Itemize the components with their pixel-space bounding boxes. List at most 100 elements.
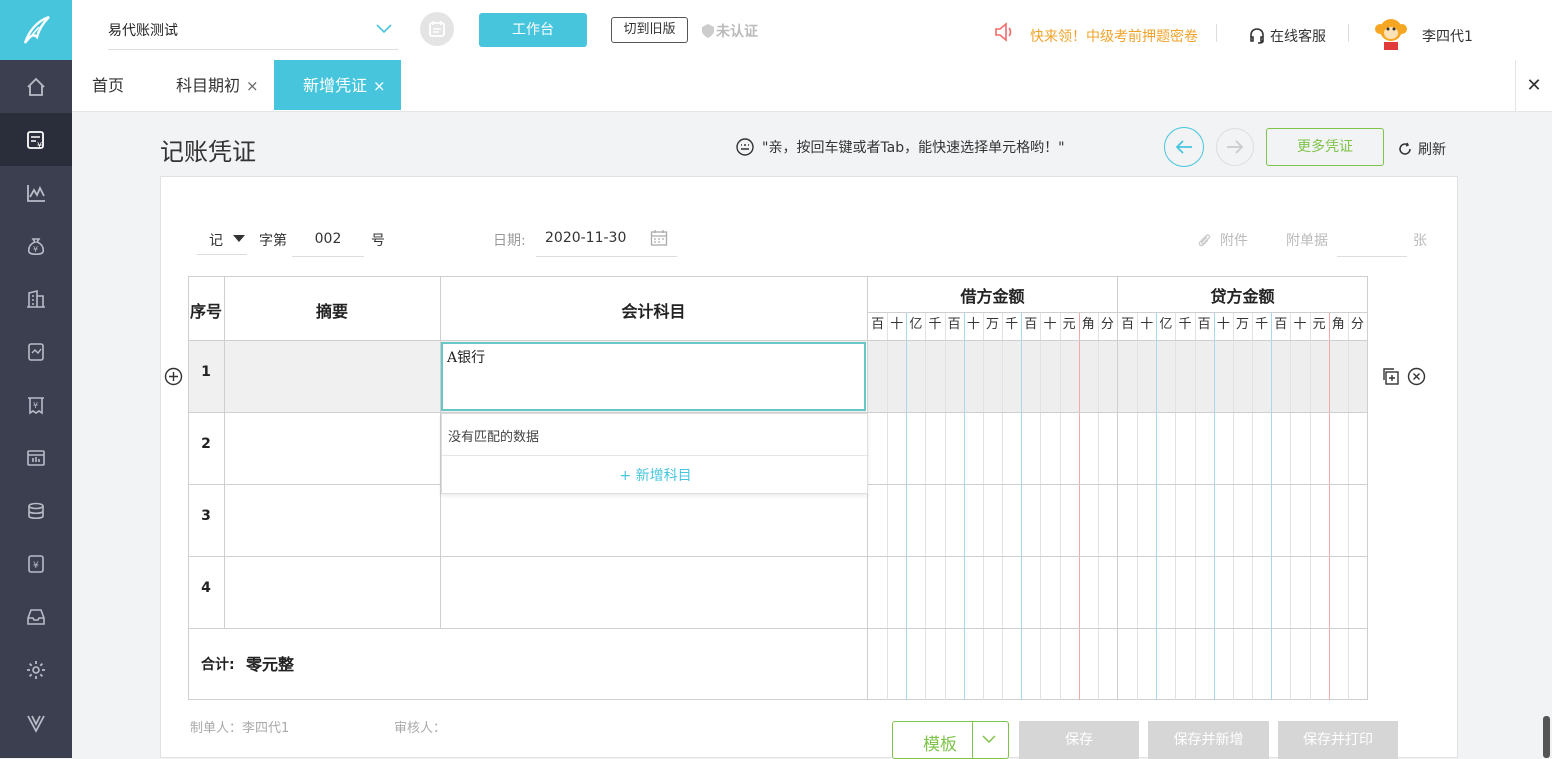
save-print-button[interactable]: 保存并打印 <box>1278 721 1398 759</box>
calendar-button[interactable] <box>420 12 454 46</box>
col-credit-header: 贷方金额 <box>1210 287 1275 306</box>
sidebar-item-vip[interactable] <box>0 696 72 749</box>
digit-header: 亿 <box>909 317 923 332</box>
date-value: 2020-11-30 <box>545 230 627 246</box>
save-new-button[interactable]: 保存并新增 <box>1148 721 1269 759</box>
refresh-button[interactable]: 刷新 <box>1398 139 1446 159</box>
workbench-button[interactable]: 工作台 <box>479 13 587 47</box>
amount-grid-line <box>925 313 926 700</box>
digit-header: 百 <box>871 317 885 332</box>
avatar[interactable] <box>1372 14 1410 52</box>
voucher-word-select[interactable]: 记 <box>197 224 247 255</box>
inbox-icon <box>27 608 45 625</box>
tax-icon: ¥ <box>28 554 44 573</box>
scrollbar[interactable] <box>1541 112 1552 758</box>
close-icon[interactable]: × <box>373 77 386 95</box>
sidebar-item-invoice[interactable]: ¥ <box>0 378 72 431</box>
prev-voucher-button[interactable] <box>1164 127 1204 167</box>
invoice-icon: ¥ <box>28 396 44 414</box>
sidebar-item-assets[interactable] <box>0 431 72 484</box>
grid-line <box>868 312 1368 313</box>
amount-grid-line <box>1290 313 1291 700</box>
divider <box>442 455 869 456</box>
sidebar-item-settings[interactable] <box>0 643 72 696</box>
user-name[interactable]: 李四代1 <box>1422 26 1473 46</box>
company-name: 易代账测试 <box>108 23 178 39</box>
grid-line <box>188 628 1368 629</box>
digit-header: 百 <box>1274 317 1288 332</box>
assets-icon <box>27 449 45 466</box>
amount-grid-line <box>1137 313 1138 700</box>
monkey-avatar-icon <box>1375 19 1407 50</box>
amount-grid-line <box>1156 313 1157 700</box>
tab-label: 科目期初 <box>176 76 241 95</box>
sidebar-item-archive[interactable] <box>0 590 72 643</box>
bill-label: 附单据 <box>1286 233 1328 249</box>
template-button[interactable]: 模板 <box>892 721 1009 759</box>
company-select[interactable]: 易代账测试 <box>108 20 398 50</box>
unverified-label: 未认证 <box>716 24 758 40</box>
amount-grid-line <box>1175 313 1176 700</box>
sidebar-item-voucher[interactable]: ¥ <box>0 113 72 166</box>
tab-home[interactable]: 首页 <box>92 60 124 110</box>
sidebar-item-coins[interactable] <box>0 484 72 537</box>
sidebar-item-report[interactable] <box>0 325 72 378</box>
delete-row-icon[interactable] <box>1407 367 1426 386</box>
more-vouchers-button[interactable]: 更多凭证 <box>1266 128 1384 166</box>
add-row-icon[interactable] <box>164 367 183 386</box>
sidebar-item-home[interactable] <box>0 60 72 113</box>
account-dropdown: 没有匹配的数据 + 新增科目 <box>441 413 869 494</box>
digit-header: 千 <box>1178 317 1192 332</box>
template-label: 模板 <box>923 735 957 755</box>
online-service-link[interactable]: 在线客服 <box>1248 26 1326 46</box>
close-icon[interactable]: × <box>246 77 259 95</box>
next-voucher-button[interactable] <box>1216 128 1254 166</box>
line-chart-icon <box>27 184 45 202</box>
col-account-header: 会计科目 <box>621 302 686 321</box>
tab-bar: 首页 科目期初 × 新增凭证 × ✕ <box>72 60 1552 112</box>
amount-grid-line <box>983 313 984 700</box>
switch-old-version-button[interactable]: 切到旧版 <box>611 17 688 43</box>
unverified-badge[interactable]: 未认证 <box>700 21 758 41</box>
amount-grid-line <box>1060 313 1061 700</box>
date-input[interactable]: 2020-11-30 <box>536 224 677 257</box>
copy-row-icon[interactable] <box>1381 367 1400 386</box>
digit-header: 角 <box>1331 317 1345 332</box>
total-value: 零元整 <box>246 655 295 674</box>
sidebar-item-building[interactable] <box>0 272 72 325</box>
row-number: 4 <box>201 580 211 596</box>
scrollbar-thumb[interactable] <box>1543 716 1550 758</box>
sidebar-item-chart[interactable] <box>0 166 72 219</box>
bill-count-input[interactable] <box>1337 224 1407 257</box>
page-title: 记账凭证 <box>160 138 256 166</box>
close-all-tabs-button[interactable]: ✕ <box>1515 60 1552 112</box>
row-number: 1 <box>201 364 211 380</box>
promo-link[interactable]: 快来领！中级考前押题密卷 <box>1030 26 1198 46</box>
tab-subject-initial[interactable]: 科目期初 × <box>176 60 259 110</box>
amount-grid-line <box>964 313 965 700</box>
headset-icon <box>1250 28 1264 44</box>
sidebar-item-money[interactable]: ¥ <box>0 219 72 272</box>
keyboard-tip: "亲，按回车键或者Tab，能快速选择单元格哟！" <box>736 137 1065 157</box>
col-summary-header: 摘要 <box>315 302 348 321</box>
attachment-label: 附件 <box>1220 233 1248 249</box>
attachment-button[interactable]: 附件 <box>1196 230 1248 250</box>
tab-new-voucher[interactable]: 新增凭证 × <box>274 60 401 110</box>
report-icon <box>28 342 44 361</box>
no-match-text: 没有匹配的数据 <box>448 430 540 445</box>
sidebar-item-tax[interactable]: ¥ <box>0 537 72 590</box>
divider <box>1216 24 1217 42</box>
save-button[interactable]: 保存 <box>1019 721 1139 759</box>
amount-grid-line <box>1252 313 1253 700</box>
shield-icon <box>702 24 714 38</box>
sidebar: ¥ ¥ ¥ ¥ <box>0 60 72 758</box>
amount-grid-line <box>906 313 907 700</box>
home-icon <box>27 77 45 96</box>
account-input[interactable]: A银行 <box>441 342 866 411</box>
app-logo[interactable] <box>0 0 72 60</box>
calendar-icon <box>429 21 445 37</box>
grid-line <box>188 556 1368 557</box>
voucher-number-input[interactable]: 002 <box>292 224 364 257</box>
add-account-button[interactable]: + 新增科目 <box>442 465 869 485</box>
amount-grid-line <box>1329 313 1330 700</box>
